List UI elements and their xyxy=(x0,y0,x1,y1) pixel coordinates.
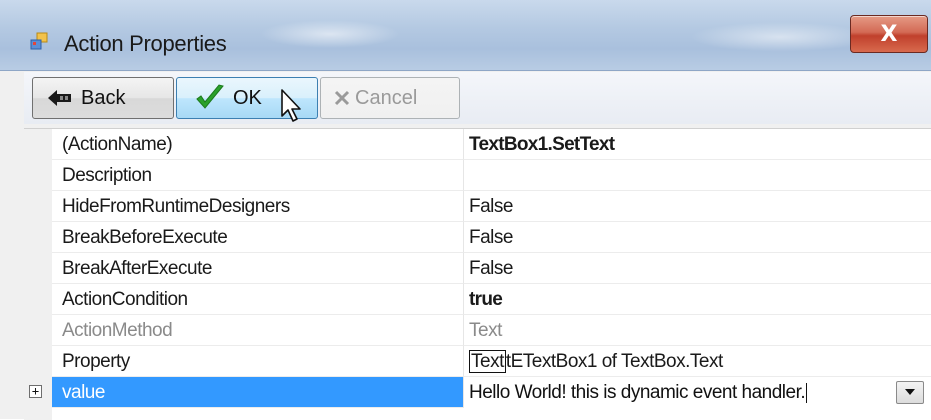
ok-label: OK xyxy=(233,86,262,109)
property-value[interactable]: TextBox1.SetText xyxy=(464,129,931,160)
toolbar: Back OK Cancel xyxy=(24,72,931,124)
cancel-label: Cancel xyxy=(355,86,418,109)
check-icon xyxy=(195,84,225,112)
property-name: value xyxy=(52,377,464,408)
property-value[interactable]: False xyxy=(464,253,931,284)
property-name: BreakBeforeExecute xyxy=(52,222,464,253)
value-edit-field[interactable]: Hello World! this is dynamic event handl… xyxy=(464,377,931,408)
property-row-break-after-execute[interactable]: BreakAfterExecute False xyxy=(24,253,931,284)
property-name: HideFromRuntimeDesigners xyxy=(52,191,464,222)
property-row-property[interactable]: Property Text tETextBox1 of TextBox.Text xyxy=(24,346,931,377)
property-name: Property xyxy=(52,346,464,377)
text-caret xyxy=(806,382,808,403)
property-row-hide-from-runtime-designers[interactable]: HideFromRuntimeDesigners False xyxy=(24,191,931,222)
dropdown-button[interactable] xyxy=(896,381,924,404)
property-row-action-method[interactable]: ActionMethod Text xyxy=(24,315,931,346)
expand-icon[interactable]: + xyxy=(29,385,42,398)
back-button[interactable]: Back xyxy=(32,77,174,119)
property-value[interactable] xyxy=(464,160,931,191)
window-title: Action Properties xyxy=(64,31,227,56)
property-value-rest: tETextBox1 of TextBox.Text xyxy=(505,351,723,372)
property-value: Text xyxy=(464,315,931,346)
mouse-pointer-icon xyxy=(280,88,306,124)
property-grid: (ActionName) TextBox1.SetText Descriptio… xyxy=(24,128,931,420)
value-edit-text: Hello World! this is dynamic event handl… xyxy=(469,382,806,403)
title-bar: Action Properties X xyxy=(0,0,931,71)
back-label: Back xyxy=(81,86,126,109)
property-value[interactable]: true xyxy=(464,284,931,315)
property-value[interactable]: False xyxy=(464,191,931,222)
properties-window-icon xyxy=(30,32,48,50)
cancel-button[interactable]: Cancel xyxy=(320,77,460,119)
close-button[interactable]: X xyxy=(850,15,928,53)
property-name: ActionMethod xyxy=(52,315,464,346)
property-row-value[interactable]: + value Hello World! this is dynamic eve… xyxy=(24,377,931,408)
x-icon xyxy=(333,89,351,107)
property-value[interactable]: Text tETextBox1 of TextBox.Text xyxy=(464,346,931,377)
property-row-break-before-execute[interactable]: BreakBeforeExecute False xyxy=(24,222,931,253)
property-name: ActionCondition xyxy=(52,284,464,315)
property-name: Description xyxy=(52,160,464,191)
property-row-description[interactable]: Description xyxy=(24,160,931,191)
property-value-highlight: Text xyxy=(469,350,506,373)
property-value[interactable]: False xyxy=(464,222,931,253)
arrow-left-icon xyxy=(47,89,73,107)
property-row-action-condition[interactable]: ActionCondition true xyxy=(24,284,931,315)
chevron-down-icon xyxy=(905,387,915,398)
property-row-action-name[interactable]: (ActionName) TextBox1.SetText xyxy=(24,129,931,160)
property-name: BreakAfterExecute xyxy=(52,253,464,284)
close-icon: X xyxy=(880,21,898,47)
property-name: (ActionName) xyxy=(52,129,464,160)
action-properties-window: Action Properties X Back OK Cancel (Acti… xyxy=(0,0,931,420)
